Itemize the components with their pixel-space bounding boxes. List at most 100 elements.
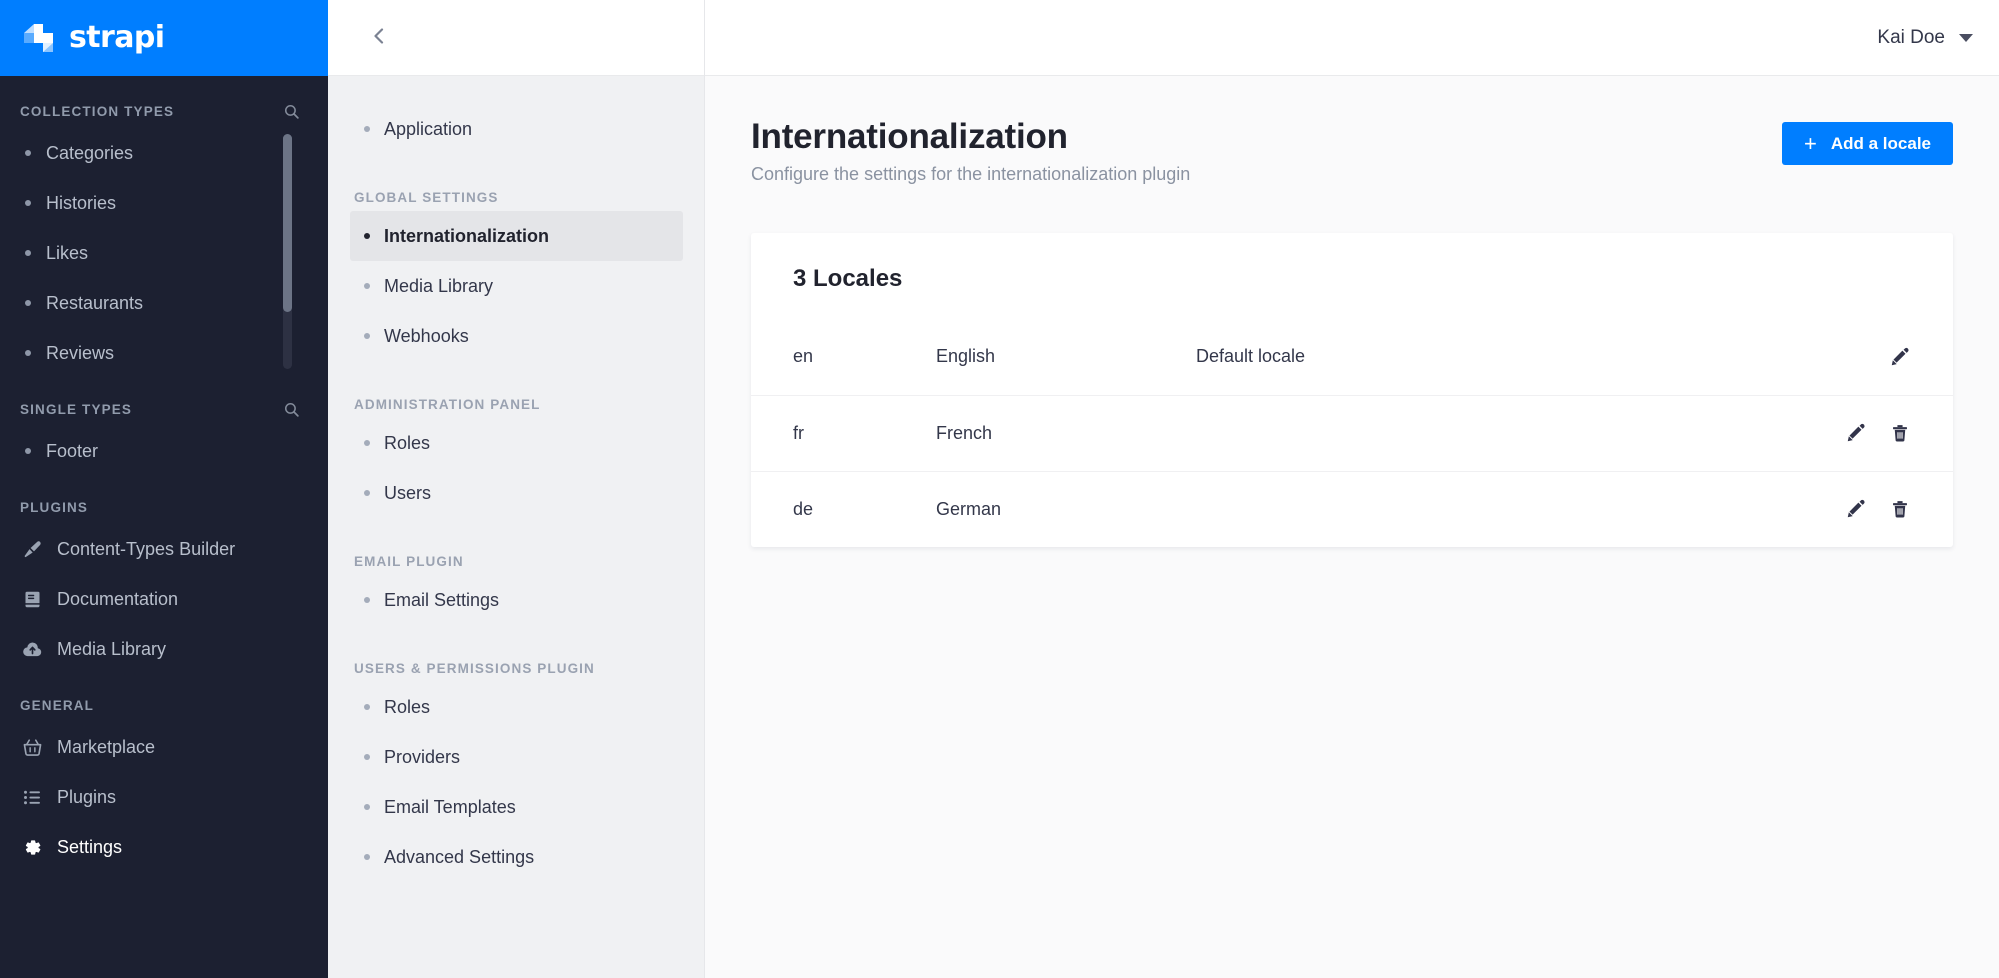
subnav-item-label: Application	[384, 118, 473, 139]
shopping-basket-icon	[22, 737, 43, 758]
add-locale-button[interactable]: + Add a locale	[1782, 122, 1953, 165]
sidebar-item-marketplace[interactable]: Marketplace	[0, 722, 328, 772]
sidebar-item-label: Reviews	[46, 342, 115, 363]
locale-status	[1196, 471, 1544, 547]
row-actions	[1544, 319, 1953, 395]
subnav-item-label: Internationalization	[384, 225, 550, 246]
sidebar-scroll-area: COLLECTION TYPES Categories Histories Likes…	[0, 76, 328, 978]
sidebar-scrollbar[interactable]	[283, 134, 292, 369]
brand-header[interactable]: strapi	[0, 0, 328, 76]
top-bar: Kai Doe	[705, 0, 1999, 76]
paintbrush-icon	[22, 539, 43, 560]
subnav-item-providers[interactable]: Providers	[350, 732, 683, 782]
subnav-item-label: Providers	[384, 746, 461, 767]
sidebar-item-settings[interactable]: Settings	[0, 822, 328, 872]
sidebar-item-histories[interactable]: Histories	[0, 178, 328, 228]
subnav-group-title: GLOBAL SETTINGS	[354, 190, 499, 205]
sidebar-scrollbar-thumb[interactable]	[283, 134, 292, 312]
sidebar-section-header: SINGLE TYPES	[0, 392, 328, 426]
row-actions	[1544, 395, 1953, 471]
page-title: Internationalization	[751, 117, 1068, 156]
back-button[interactable]	[362, 21, 396, 55]
subnav-item-roles[interactable]: Roles	[350, 682, 683, 732]
main-sidebar: strapi COLLECTION TYPES Categories Histori…	[0, 0, 328, 978]
subnav-item-label: Webhooks	[384, 325, 469, 346]
sidebar-section-title: GENERAL	[20, 697, 95, 713]
user-name: Kai Doe	[1877, 26, 1945, 48]
subnav-group-title: EMAIL PLUGIN	[354, 554, 464, 569]
bullet-icon	[25, 150, 31, 156]
table-row[interactable]: en English Default locale	[751, 319, 1953, 395]
subnav-item-label: Email Settings	[384, 589, 500, 610]
brand-name: strapi	[69, 20, 165, 55]
sidebar-item-label: Plugins	[57, 786, 117, 807]
search-icon[interactable]	[283, 103, 300, 120]
locale-name: French	[936, 422, 993, 443]
bullet-icon	[364, 704, 370, 710]
search-icon[interactable]	[283, 401, 300, 418]
bullet-icon	[364, 333, 370, 339]
edit-icon[interactable]	[1887, 344, 1913, 370]
bullet-icon	[364, 440, 370, 446]
gear-icon	[22, 837, 43, 858]
edit-icon[interactable]	[1843, 420, 1869, 446]
sidebar-item-label: Settings	[57, 836, 123, 857]
edit-icon[interactable]	[1843, 496, 1869, 522]
sidebar-item-plugins[interactable]: Plugins	[0, 772, 328, 822]
chevron-down-icon	[1959, 33, 1973, 42]
subnav-item-label: Roles	[384, 696, 431, 717]
subnav-group-title: ADMINISTRATION PANEL	[354, 397, 541, 412]
subnav-item-webhooks[interactable]: Webhooks	[350, 311, 683, 361]
subnav-item-label: Email Templates	[384, 796, 516, 817]
sidebar-item-likes[interactable]: Likes	[0, 228, 328, 278]
bullet-icon	[25, 300, 31, 306]
add-locale-label: Add a locale	[1830, 133, 1931, 153]
subnav-item-roles[interactable]: Roles	[350, 418, 683, 468]
subnav-item-email-settings[interactable]: Email Settings	[350, 575, 683, 625]
subnav-item-application[interactable]: Application	[350, 104, 683, 154]
table-row[interactable]: fr French	[751, 395, 1953, 471]
locale-code: de	[793, 498, 814, 519]
sidebar-item-label: Restaurants	[46, 292, 144, 313]
locale-code: fr	[793, 422, 804, 443]
subnav-item-media-library[interactable]: Media Library	[350, 261, 683, 311]
sidebar-item-media-library[interactable]: Media Library	[0, 624, 328, 674]
subnav-item-label: Media Library	[384, 275, 494, 296]
subnav-item-email-templates[interactable]: Email Templates	[350, 782, 683, 832]
user-menu[interactable]: Kai Doe	[1877, 27, 1973, 49]
sidebar-item-label: Content-Types Builder	[57, 538, 236, 559]
subnav-item-advanced-settings[interactable]: Advanced Settings	[350, 832, 683, 882]
bullet-icon	[364, 854, 370, 860]
sidebar-item-footer[interactable]: Footer	[0, 426, 328, 476]
bullet-icon	[364, 804, 370, 810]
subnav-item-users[interactable]: Users	[350, 468, 683, 518]
locales-card: 3 Locales en English Default locale fr Frenc…	[751, 233, 1953, 547]
locale-status	[1196, 395, 1544, 471]
subnav-item-label: Roles	[384, 432, 431, 453]
bullet-icon	[364, 490, 370, 496]
table-row[interactable]: de German	[751, 471, 1953, 547]
sidebar-item-categories[interactable]: Categories	[0, 128, 328, 178]
sidebar-section-title: COLLECTION TYPES	[20, 103, 175, 119]
sidebar-item-restaurants[interactable]: Restaurants	[0, 278, 328, 328]
sidebar-item-label: Footer	[46, 440, 99, 461]
main-content: Kai Doe Internationalization Configure t…	[705, 0, 1999, 978]
delete-icon[interactable]	[1887, 496, 1913, 522]
subnav-header	[328, 0, 705, 76]
subnav-item-internationalization[interactable]: Internationalization	[350, 211, 683, 261]
sidebar-item-content-types-builder[interactable]: Content-Types Builder	[0, 524, 328, 574]
plus-icon: +	[1804, 130, 1817, 156]
bullet-icon	[364, 597, 370, 603]
sidebar-item-documentation[interactable]: Documentation	[0, 574, 328, 624]
subnav-list: Application GLOBAL SETTINGS Internationali…	[328, 76, 705, 978]
locale-code: en	[793, 346, 814, 367]
settings-subnav: Application GLOBAL SETTINGS Internationali…	[328, 0, 705, 978]
sidebar-section-title: SINGLE TYPES	[20, 401, 133, 417]
delete-icon[interactable]	[1887, 420, 1913, 446]
sidebar-item-reviews[interactable]: Reviews	[0, 328, 328, 378]
bullet-icon	[25, 448, 31, 454]
sidebar-section-title: PLUGINS	[20, 499, 89, 515]
strapi-logo-icon	[22, 22, 56, 54]
locale-status: Default locale	[1196, 346, 1306, 367]
cloud-upload-icon	[22, 639, 43, 660]
